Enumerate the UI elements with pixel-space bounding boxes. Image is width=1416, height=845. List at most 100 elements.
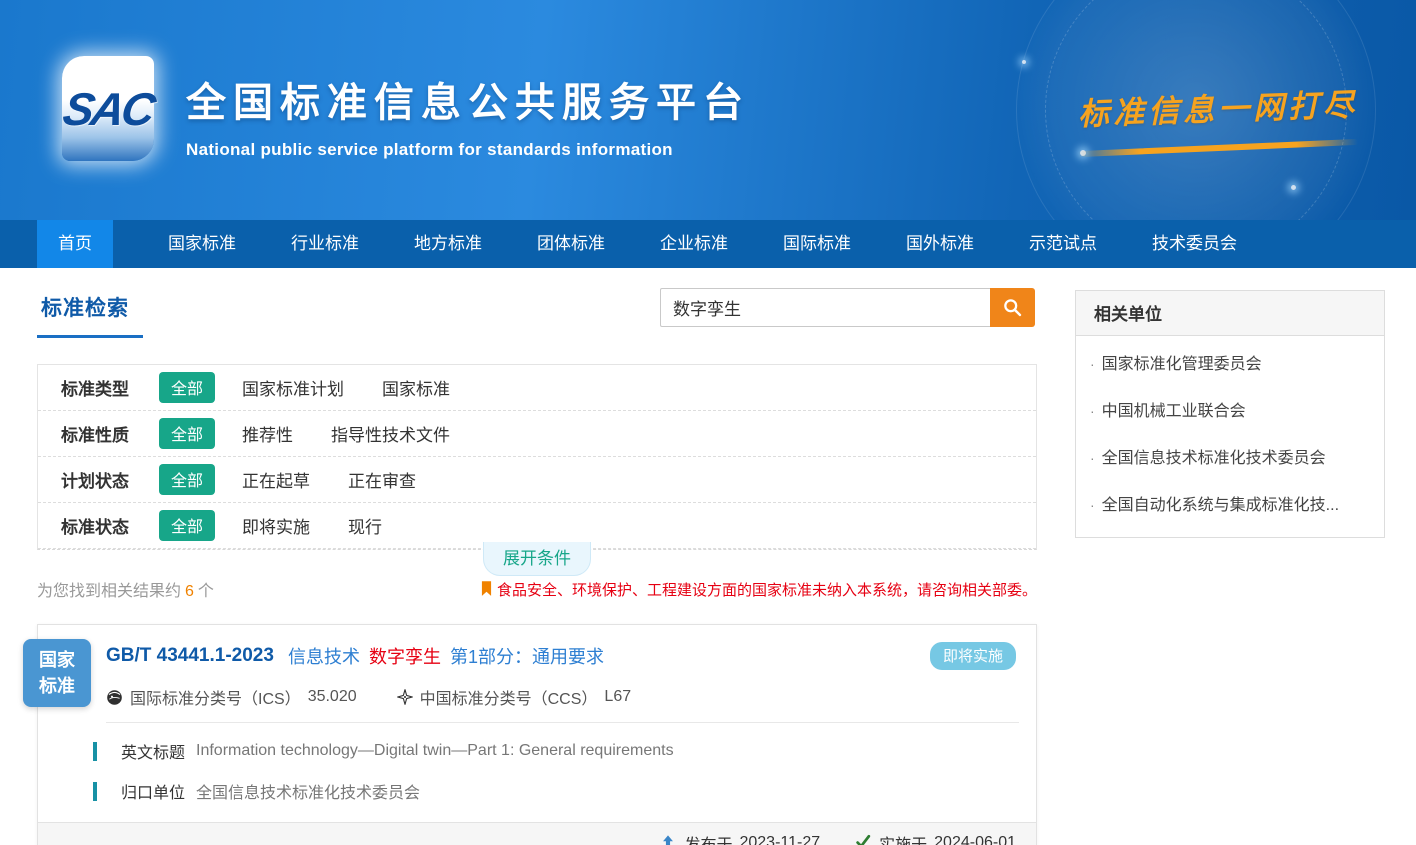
filter-option[interactable]: 正在起草: [242, 467, 310, 492]
result-count-number: 6: [185, 583, 194, 600]
standard-title-highlight[interactable]: 数字孪生: [369, 643, 441, 669]
nav-tab-group-standards[interactable]: 团体标准: [537, 220, 605, 268]
filter-row-plan-status: 计划状态 全部 正在起草 正在审查: [38, 457, 1036, 503]
publish-date-group: 发布于 2023-11-27: [659, 831, 820, 845]
filter-option[interactable]: 推荐性: [242, 421, 293, 446]
search-section: 标准检索: [37, 288, 1037, 352]
result-count: 为您找到相关结果约6个: [37, 577, 214, 601]
sidebar-item-it-committee[interactable]: · 全国信息技术标准化技术委员会: [1076, 430, 1384, 477]
filter-all-button[interactable]: 全部: [159, 464, 215, 495]
filter-all-button[interactable]: 全部: [159, 418, 215, 449]
content-area: 标准检索 标准类型 全部 国家标准计划 国家标准 标准性质 全部: [0, 268, 1416, 845]
filter-row-standard-type: 标准类型 全部 国家标准计划 国家标准: [38, 365, 1036, 411]
filter-label: 计划状态: [61, 467, 159, 492]
filter-option[interactable]: 正在审查: [348, 467, 416, 492]
implement-label: 实施于: [879, 831, 927, 845]
nav-tab-foreign-standards[interactable]: 国外标准: [906, 220, 974, 268]
bullet: ·: [1090, 356, 1095, 372]
section-title: 标准检索: [37, 288, 143, 338]
implement-date-group: 实施于 2024-06-01: [854, 831, 1016, 845]
nav-tab-local-standards[interactable]: 地方标准: [414, 220, 482, 268]
filter-option[interactable]: 现行: [348, 513, 382, 538]
standard-title-part2[interactable]: 第1部分：通用要求: [450, 643, 604, 669]
standard-code-link[interactable]: GB/T 43441.1-2023: [106, 645, 274, 667]
publish-upload-icon: [659, 834, 677, 845]
nav-tab-enterprise-standards[interactable]: 企业标准: [660, 220, 728, 268]
english-title-row: 英文标题 Information technology—Digital twin…: [93, 739, 1019, 763]
filter-panel: 标准类型 全部 国家标准计划 国家标准 标准性质 全部 推荐性 指导性技术文件 …: [37, 364, 1037, 550]
slogan-text: 标准信息一网打尽: [1077, 79, 1358, 134]
nav-tab-pilot[interactable]: 示范试点: [1029, 220, 1097, 268]
sidebar-item-machinery[interactable]: · 中国机械工业联合会: [1076, 383, 1384, 430]
sac-logo-text: SAC: [59, 82, 157, 136]
filter-label: 标准状态: [61, 513, 159, 538]
card-meta-row: 国际标准分类号（ICS） 35.020 中国标准分类号（CCS） L67: [106, 670, 1019, 723]
sidebar-item-label: 中国机械工业联合会: [1102, 403, 1246, 420]
filter-option[interactable]: 指导性技术文件: [331, 421, 450, 446]
sidebar-item-label: 全国信息技术标准化技术委员会: [1102, 450, 1326, 467]
card-footer: 发布于 2023-11-27 实施于 2024-06-01: [38, 822, 1036, 845]
badge-line1: 国家: [39, 647, 75, 673]
filter-option[interactable]: 国家标准计划: [242, 375, 344, 400]
bullet: ·: [1090, 450, 1095, 466]
result-count-prefix: 为您找到相关结果约: [37, 583, 181, 600]
star-dot: [1022, 60, 1026, 64]
platform-title-block: 全国标准信息公共服务平台 National public service pla…: [186, 70, 750, 160]
ccs-group: 中国标准分类号（CCS） L67: [397, 685, 632, 709]
slogan-block: 标准信息一网打尽: [1078, 84, 1358, 151]
globe-icon: [106, 689, 123, 706]
committee-row: 归口单位 全国信息技术标准化技术委员会: [93, 779, 1019, 803]
bullet: ·: [1090, 497, 1095, 513]
nav-tab-home[interactable]: 首页: [37, 220, 113, 268]
ics-group: 国际标准分类号（ICS） 35.020: [106, 685, 357, 709]
filter-label: 标准性质: [61, 421, 159, 446]
english-title-value: Information technology—Digital twin—Part…: [196, 742, 674, 760]
search-button[interactable]: [990, 288, 1035, 327]
main-column: 标准检索 标准类型 全部 国家标准计划 国家标准 标准性质 全部: [37, 268, 1037, 845]
nav-tab-technical-committee[interactable]: 技术委员会: [1152, 220, 1237, 268]
sidebar-item-automation-committee[interactable]: · 全国自动化系统与集成标准化技...: [1076, 477, 1384, 537]
nav-tab-national-standards[interactable]: 国家标准: [168, 220, 236, 268]
sidebar-item-sac[interactable]: · 国家标准化管理委员会: [1076, 336, 1384, 383]
star-dot: [1291, 185, 1296, 190]
national-standard-badge[interactable]: 国家 标准: [23, 639, 91, 707]
publish-label: 发布于: [684, 831, 732, 845]
related-units-panel: 相关单位 · 国家标准化管理委员会 · 中国机械工业联合会 · 全国信息技术标准化技术…: [1075, 290, 1385, 538]
standard-result-card: 国家 标准 GB/T 43441.1-2023 信息技术 数字孪生 第1部分：通…: [37, 624, 1037, 845]
system-notice: 食品安全、环境保护、工程建设方面的国家标准未纳入本系统，请咨询相关部委。: [481, 579, 1037, 600]
bookmark-icon: [481, 581, 492, 597]
filter-all-button[interactable]: 全部: [159, 372, 215, 403]
ccs-value: L67: [604, 688, 631, 706]
nav-tab-industry-standards[interactable]: 行业标准: [291, 220, 359, 268]
result-count-suffix: 个: [198, 583, 214, 600]
result-info-row: 为您找到相关结果约6个 食品安全、环境保护、工程建设方面的国家标准未纳入本系统，…: [37, 577, 1037, 601]
compass-icon: [397, 689, 413, 705]
status-badge: 即将实施: [930, 642, 1016, 670]
committee-value: 全国信息技术标准化技术委员会: [196, 779, 420, 803]
standard-title-part1[interactable]: 信息技术: [288, 643, 360, 669]
teal-bar: [93, 782, 97, 801]
implement-date: 2024-06-01: [934, 834, 1016, 845]
sidebar-item-label: 全国自动化系统与集成标准化技...: [1102, 497, 1339, 514]
expand-conditions-button[interactable]: 展开条件: [483, 542, 591, 576]
sac-logo[interactable]: SAC: [62, 56, 154, 161]
bullet: ·: [1090, 403, 1095, 419]
teal-bar: [93, 742, 97, 761]
page-header: SAC 全国标准信息公共服务平台 National public service…: [0, 0, 1416, 220]
nav-tab-international-standards[interactable]: 国际标准: [783, 220, 851, 268]
related-units-title: 相关单位: [1076, 291, 1384, 336]
filter-label: 标准类型: [61, 375, 159, 400]
notice-text: 食品安全、环境保护、工程建设方面的国家标准未纳入本系统，请咨询相关部委。: [497, 579, 1037, 600]
publish-date: 2023-11-27: [739, 834, 820, 845]
platform-title: 全国标准信息公共服务平台: [186, 70, 750, 128]
card-title-row: GB/T 43441.1-2023 信息技术 数字孪生 第1部分：通用要求 即将…: [38, 625, 1036, 670]
right-column: 相关单位 · 国家标准化管理委员会 · 中国机械工业联合会 · 全国信息技术标准化技术…: [1075, 290, 1385, 845]
filter-all-button[interactable]: 全部: [159, 510, 215, 541]
sidebar-item-label: 国家标准化管理委员会: [1102, 356, 1262, 373]
filter-option[interactable]: 国家标准: [382, 375, 450, 400]
ccs-label: 中国标准分类号（CCS）: [420, 685, 598, 709]
search-input[interactable]: [660, 288, 990, 327]
implement-check-icon: [854, 834, 872, 845]
search-icon: [1002, 297, 1023, 318]
filter-option[interactable]: 即将实施: [242, 513, 310, 538]
